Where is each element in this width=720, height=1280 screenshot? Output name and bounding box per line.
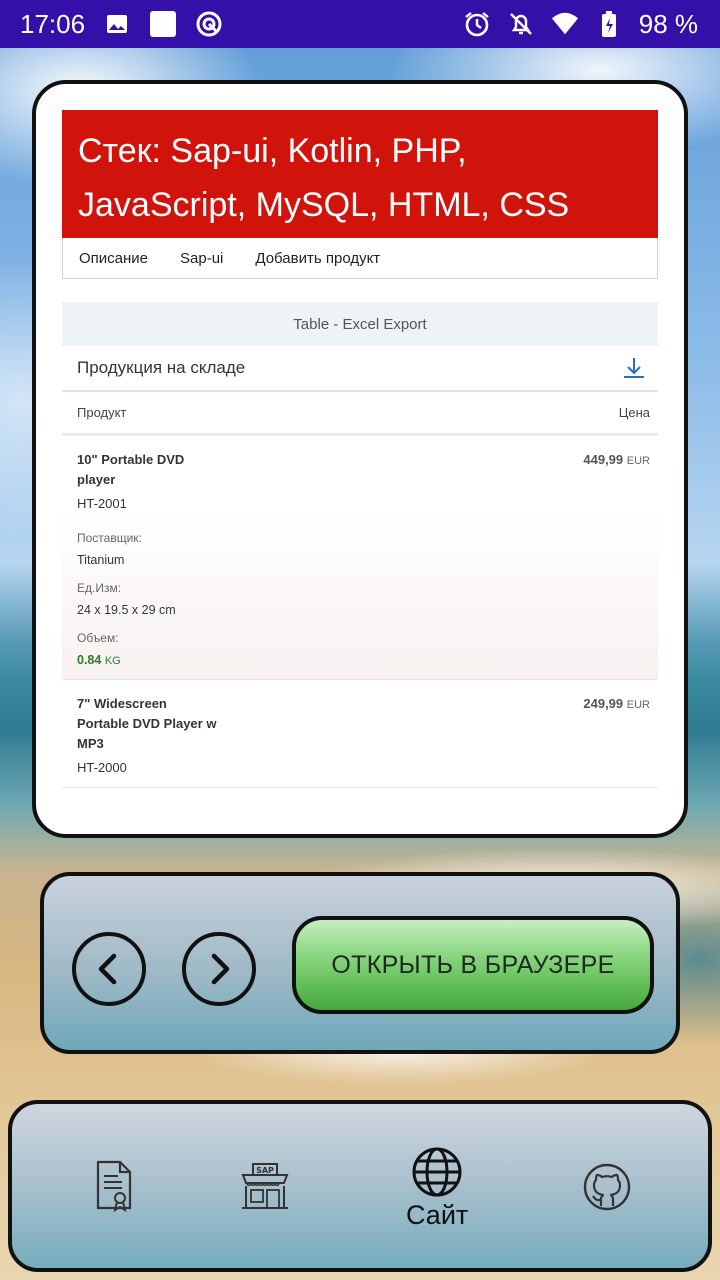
product-price: 449,99 EUR [583, 452, 650, 467]
site-nav-tabs: Описание Sap-ui Добавить продукт [62, 238, 658, 279]
table-toolbar: Продукция на складе [62, 346, 658, 392]
dimensions-label: Ед.Изм: [77, 581, 122, 595]
bottom-navigation: SAP Сайт [8, 1100, 712, 1272]
product-code: HT-2001 [77, 496, 127, 511]
nav-item-github[interactable] [582, 1162, 632, 1212]
notifications-off-icon [507, 10, 535, 38]
download-icon[interactable] [622, 356, 646, 380]
battery-level: 98 % [638, 8, 698, 39]
weight-unit: KG [104, 655, 121, 667]
status-bar: 17:06 98 % [0, 0, 720, 48]
price-currency: EUR [626, 699, 650, 711]
price-value: 249,99 [583, 696, 624, 711]
webview-card: Стек: Sap-ui, Kotlin, PHP, JavaScript, M… [32, 80, 688, 838]
price-value: 449,99 [583, 452, 624, 467]
certificate-document-icon [94, 1160, 134, 1212]
dimensions-value: 24 x 19.5 x 29 cm [77, 603, 176, 617]
wifi-icon [551, 10, 579, 38]
supplier-label: Поставщик: [77, 531, 142, 545]
chevron-right-icon [199, 949, 239, 989]
table-row[interactable]: 10" Portable DVD player HT-2001 449,99 E… [62, 436, 658, 680]
github-icon [582, 1162, 632, 1212]
supplier-value: Titanium [77, 553, 125, 567]
square-icon [149, 10, 177, 38]
image-icon [103, 10, 131, 38]
product-name: 7" Widescreen Portable DVD Player w MP3 [77, 696, 217, 751]
product-code: HT-2000 [77, 760, 127, 775]
forward-button[interactable] [182, 932, 256, 1006]
battery-icon [595, 10, 623, 38]
globe-icon [411, 1146, 463, 1198]
page-header: Стек: Sap-ui, Kotlin, PHP, JavaScript, M… [62, 110, 658, 238]
table-row[interactable]: 7" Widescreen Portable DVD Player w MP3 … [62, 680, 658, 788]
browser-controls-panel: ОТКРЫТЬ В БРАУЗЕРЕ [40, 872, 680, 1054]
nav-item-sap[interactable]: SAP [240, 1162, 290, 1210]
svg-text:SAP: SAP [256, 1166, 274, 1175]
alarm-icon [463, 10, 491, 38]
column-price[interactable]: Цена [619, 405, 650, 420]
toolbar-title: Продукция на складе [77, 358, 246, 377]
product-name: 10" Portable DVD player [77, 452, 185, 487]
nav-item-description[interactable] [94, 1160, 134, 1212]
product-price: 249,99 EUR [583, 696, 650, 711]
status-time: 17:06 [20, 8, 86, 39]
price-currency: EUR [626, 455, 650, 467]
table-column-header: Продукт Цена [62, 392, 658, 436]
webview-content[interactable]: Стек: Sap-ui, Kotlin, PHP, JavaScript, M… [62, 110, 658, 812]
tab-sap-ui[interactable]: Sap-ui [180, 250, 223, 267]
table-title: Table - Excel Export [62, 302, 658, 346]
weight-value: 0.84 KG [77, 653, 650, 667]
weight-label: Объем: [77, 631, 119, 645]
column-product[interactable]: Продукт [77, 405, 126, 420]
weight-number: 0.84 [77, 653, 102, 667]
sync-icon [195, 10, 223, 38]
nav-item-site[interactable]: Сайт [406, 1146, 468, 1231]
sap-store-icon: SAP [240, 1162, 290, 1210]
back-button[interactable] [72, 932, 146, 1006]
nav-item-label: Сайт [406, 1200, 469, 1230]
open-in-browser-button[interactable]: ОТКРЫТЬ В БРАУЗЕРЕ [292, 916, 654, 1014]
tab-add-product[interactable]: Добавить продукт [255, 250, 380, 267]
tab-description[interactable]: Описание [79, 250, 148, 267]
chevron-left-icon [89, 949, 129, 989]
